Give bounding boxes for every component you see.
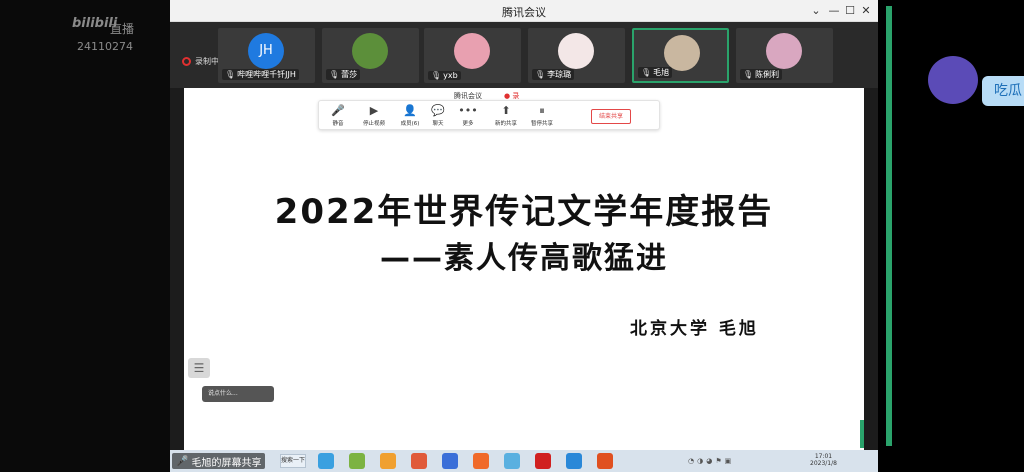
toolbar-button-camera[interactable]: ▶ 停止视频 — [359, 103, 389, 127]
participant-name: 蕾莎 — [341, 70, 358, 79]
toolbar-button-more[interactable]: ••• 更多 — [453, 103, 483, 127]
window-title: 腾讯会议 — [502, 6, 546, 19]
avatar — [558, 33, 594, 69]
share-toolbar: 🎤 静音 ▶ 停止视频 👤 成员(6) 💬 聊天 ••• 更多 ⬆ 新的共享 ⏸ 暂停共享 结束共享 — [318, 100, 660, 130]
toolbar-button-mic[interactable]: 🎤 静音 — [323, 103, 353, 127]
avatar — [454, 33, 490, 69]
side-label[interactable]: 吃瓜 — [982, 76, 1024, 106]
taskbar: 🎤 毛旭的屏幕共享 搜索一下 ◔◑◕⚑▣ 17:01 2023/1/8 — [170, 450, 878, 472]
recording-indicator: 录制中 — [182, 56, 219, 67]
participant-name-label: 🎙 李琼璐 — [532, 69, 575, 80]
slide-subtitle: ——素人传高歌猛进 — [380, 241, 668, 276]
participant-name-label: 🎙 陈俐利 — [740, 69, 783, 80]
taskbar-app-icon[interactable] — [535, 453, 551, 469]
toolbar-button-label: 静音 — [332, 121, 344, 127]
mascot-icon — [928, 56, 978, 104]
pause-share-icon: ⏸ — [539, 104, 545, 117]
participant-name-label: 🎙 毛旭 — [638, 67, 673, 78]
toolbar-button-label: 成员(6) — [400, 121, 420, 127]
taskbar-app-icon[interactable] — [597, 453, 613, 469]
toolbar-button-new-share[interactable]: ⬆ 新的共享 — [491, 103, 521, 127]
mic-icon: 🎤 — [331, 104, 345, 117]
avatar — [766, 33, 802, 69]
bilibili-live-label: 直播 — [110, 22, 135, 36]
taskbar-app-icon[interactable] — [380, 453, 396, 469]
participant-tile[interactable]: 🎙 陈俐利 — [736, 28, 833, 83]
participant-tile[interactable]: JH 🎙 哔哩哔哩千钎JJH — [218, 28, 315, 83]
participant-tile[interactable]: 🎙 李琼璐 — [528, 28, 625, 83]
collapse-button[interactable]: ⌄ — [808, 3, 824, 19]
bilibili-overlay: bilibili 直播 24110274 — [0, 0, 170, 472]
participant-name-label: 🎙 蕾莎 — [326, 69, 361, 80]
mic-icon: 🎙 — [225, 70, 236, 79]
screen-share-label: 🎤 毛旭的屏幕共享 — [172, 453, 266, 469]
slide-title: 2022年世界传记文学年度报告 — [274, 192, 774, 232]
clock-date: 2023/1/8 — [810, 460, 837, 467]
chat-pill[interactable]: 说点什么... — [202, 386, 274, 402]
taskbar-app-icon[interactable] — [504, 453, 520, 469]
mic-icon: 🎙 — [743, 70, 754, 79]
toolbar-button-chat[interactable]: 💬 聊天 — [423, 103, 453, 127]
avatar — [352, 33, 388, 69]
window-border — [886, 6, 892, 446]
participant-name-label: 🎙 yxb — [428, 71, 461, 80]
mic-icon: 🎙 — [641, 68, 652, 77]
meeting-window: 腾讯会议 ⌄ — ☐ ✕ 录制中 JH 🎙 哔哩哔哩千钎JJH 🎙 蕾莎 🎙 yxb 🎙 李琼璐… — [170, 0, 878, 472]
participant-name: 哔哩哔哩千钎JJH — [237, 70, 296, 79]
slide-author: 北京大学 毛旭 — [630, 319, 759, 339]
record-icon — [182, 57, 191, 66]
participant-name: 李琼璐 — [547, 70, 572, 79]
participant-tile[interactable]: 🎙 蕾莎 — [322, 28, 419, 83]
new-share-icon: ⬆ — [501, 104, 511, 117]
mic-icon: 🎤 — [176, 455, 189, 467]
bilibili-room-id: 24110274 — [77, 40, 133, 53]
toolbar-button-label: 聊天 — [432, 121, 444, 127]
taskbar-app-icon[interactable] — [566, 453, 582, 469]
mic-icon: 🎙 — [535, 70, 546, 79]
taskbar-app-icon[interactable] — [318, 453, 334, 469]
participant-strip: 录制中 JH 🎙 哔哩哔哩千钎JJH 🎙 蕾莎 🎙 yxb 🎙 李琼璐 🎙 毛旭 🎙 陈俐利 — [170, 22, 878, 88]
toolbar-button-label: 更多 — [462, 121, 474, 127]
toolbar-button-pause-share[interactable]: ⏸ 暂停共享 — [527, 103, 557, 127]
participant-name: yxb — [443, 71, 458, 80]
participant-tile[interactable]: 🎙 yxb — [424, 28, 521, 83]
toolbar-button-label: 停止视频 — [362, 121, 385, 127]
scroll-indicator — [860, 420, 864, 448]
taskbar-app-icon[interactable] — [442, 453, 458, 469]
camera-icon: ▶ — [369, 104, 379, 117]
taskbar-search[interactable]: 搜索一下 — [280, 454, 306, 468]
avatar-initials: JH — [259, 43, 273, 58]
close-button[interactable]: ✕ — [858, 3, 874, 19]
taskbar-app-icon[interactable] — [411, 453, 427, 469]
clock-time: 17:01 — [814, 453, 833, 460]
avatar — [664, 35, 700, 71]
taskbar-app-icon[interactable] — [473, 453, 489, 469]
maximize-button[interactable]: ☐ — [842, 3, 858, 19]
participant-name: 毛旭 — [653, 68, 670, 77]
shared-screen: 腾讯会议 ● 录 🎤 静音 ▶ 停止视频 👤 成员(6) 💬 聊天 ••• 更多 ⬆ 新的共享 ⏸ 暂停共… — [184, 88, 864, 450]
members-icon: 👤 — [403, 104, 417, 117]
participant-name: 陈俐利 — [755, 70, 780, 79]
more-icon: ••• — [458, 104, 478, 117]
participant-tile[interactable]: 🎙 毛旭 — [632, 28, 729, 83]
avatar: JH — [248, 33, 284, 69]
toolbar-button-label: 暂停共享 — [530, 121, 553, 127]
system-tray: ◔◑◕⚑▣ — [688, 457, 735, 465]
recording-label: 录制中 — [195, 57, 219, 66]
participant-name-label: 🎙 哔哩哔哩千钎JJH — [222, 69, 299, 80]
toolbar-button-members[interactable]: 👤 成员(6) — [395, 103, 425, 127]
chat-icon: 💬 — [431, 104, 445, 117]
mic-icon: 🎙 — [431, 71, 442, 80]
minimize-button[interactable]: — — [826, 3, 842, 19]
toolbar-button-label: 新的共享 — [494, 121, 517, 127]
mic-icon: 🎙 — [329, 70, 340, 79]
taskbar-clock: 17:01 2023/1/8 — [810, 453, 837, 467]
side-panel-handle[interactable]: ☰ — [188, 358, 210, 378]
end-share-button[interactable]: 结束共享 — [591, 109, 631, 124]
title-bar: 腾讯会议 ⌄ — ☐ ✕ — [170, 0, 878, 22]
screen-share-text: 毛旭的屏幕共享 — [191, 457, 262, 469]
taskbar-app-icon[interactable] — [349, 453, 365, 469]
